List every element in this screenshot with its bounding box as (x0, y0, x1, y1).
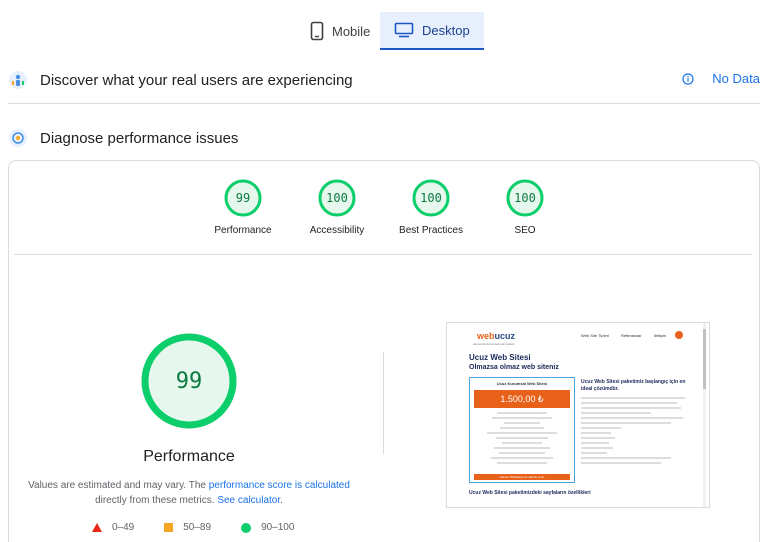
performance-big-score: 99 (175, 368, 203, 394)
diagnose-title: Diagnose performance issues (40, 129, 239, 147)
tab-desktop[interactable]: Desktop (380, 12, 484, 50)
category-gauges: 99 Performance 100 Accessibility 100 Bes… (200, 178, 570, 248)
preview-whatsapp-button: Hemen Whatsapp ile sipariş verin (474, 474, 570, 480)
preview-price-box: Ucuz Kurumsal Web Sitesi 1.500,00 ₺ Heme… (469, 377, 575, 483)
performance-big-gauge: 99 (140, 332, 238, 430)
triangle-icon (92, 523, 102, 532)
note-suffix: . (280, 495, 283, 506)
preview-tagline: ekonomik kurumsal web siteleri (473, 342, 515, 346)
preview-logo-a: web (477, 331, 495, 341)
preview-nav-item: Web Site Tipleri (581, 333, 609, 338)
gauge-score: 100 (514, 191, 536, 205)
preview-right-title: Ucuz Web Sitesi paketimiz başlangıç için… (581, 379, 686, 392)
gauge-label: Performance (214, 225, 272, 236)
gauge-performance[interactable]: 99 Performance (203, 178, 283, 236)
preview-heading1: Ucuz Web Sitesi (469, 353, 531, 362)
estimate-note: Values are estimated and may vary. The p… (0, 478, 378, 508)
gauge-accessibility[interactable]: 100 Accessibility (297, 178, 377, 236)
users-experience-icon (8, 70, 28, 90)
tab-mobile[interactable]: Mobile (296, 12, 384, 50)
legend-average-label: 50–89 (183, 522, 212, 533)
note-mid: directly from these metrics. (95, 495, 218, 506)
preview-scrollbar (703, 323, 706, 507)
real-users-title: Discover what your real users are experi… (40, 71, 353, 89)
tab-desktop-wrap: Desktop (380, 12, 484, 50)
card-divider (14, 254, 752, 255)
preview-price: 1.500,00 ₺ (474, 390, 570, 408)
note-prefix: Values are estimated and may vary. The (28, 480, 209, 491)
preview-nav-item: İletişim (653, 333, 667, 338)
real-users-section: Discover what your real users are experi… (8, 66, 760, 94)
score-legend: 0–49 50–89 90–100 (92, 522, 324, 533)
performance-score-link[interactable]: performance score is calculated (209, 480, 350, 491)
preview-box-title: Ucuz Kurumsal Web Sitesi (496, 381, 548, 386)
gauge-score: 99 (235, 191, 251, 205)
vertical-separator (383, 352, 384, 454)
preview-nav-dot (675, 331, 683, 339)
preview-logo-b: ucuz (494, 331, 516, 341)
legend-fail: 0–49 (92, 522, 134, 533)
square-icon (164, 523, 174, 532)
preview-nav: Web Site Tipleri Referanslar İletişim (581, 333, 666, 338)
tab-desktop-label: Desktop (422, 22, 470, 38)
legend-pass-label: 90–100 (261, 522, 295, 533)
legend-average: 50–89 (164, 522, 211, 533)
tab-mobile-wrap: Mobile (296, 12, 384, 50)
preview-nav-item: Referanslar (620, 333, 642, 338)
circle-icon (241, 522, 252, 533)
preview-heading2: Olmazsa olmaz web siteniz (469, 364, 559, 371)
mobile-phone-icon (310, 21, 324, 41)
gauge-label: Accessibility (309, 225, 365, 236)
gauge-score: 100 (326, 191, 348, 205)
preview-right-lines (581, 397, 691, 467)
performance-big-title: Performance (143, 448, 235, 465)
info-icon (682, 72, 694, 85)
gauge-best-practices[interactable]: 100 Best Practices (391, 178, 471, 236)
preview-logo: webucuz (477, 331, 515, 341)
diagnose-section: Diagnose performance issues (8, 124, 760, 152)
diagnose-lighthouse-icon (8, 128, 28, 148)
desktop-monitor-icon (394, 22, 414, 38)
gauge-label: Best Practices (399, 225, 463, 236)
gauge-label: SEO (514, 225, 536, 236)
page-screenshot-preview[interactable]: webucuz ekonomik kurumsal web siteleri W… (446, 322, 710, 508)
tab-mobile-label: Mobile (332, 23, 371, 39)
legend-pass: 90–100 (241, 522, 294, 533)
preview-feature-lines (480, 412, 564, 467)
gauge-score: 100 (420, 191, 442, 205)
legend-fail-label: 0–49 (112, 522, 135, 533)
gauge-seo[interactable]: 100 SEO (485, 178, 565, 236)
see-calculator-link[interactable]: See calculator (217, 495, 280, 506)
section-divider (8, 103, 760, 104)
no-data-label: No Data (712, 71, 760, 86)
no-data-link[interactable]: No Data (682, 71, 760, 86)
preview-footer-heading: Ucuz Web Sitesi paketimizdeki sayfaların… (469, 490, 591, 496)
